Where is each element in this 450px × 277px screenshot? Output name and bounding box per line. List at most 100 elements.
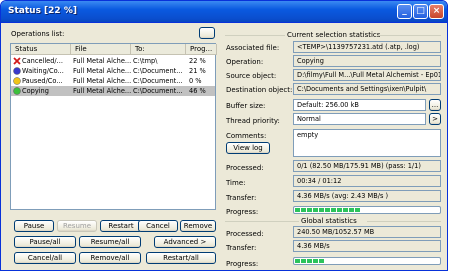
progress-segment [301, 259, 306, 263]
cancel-button[interactable]: Cancel [138, 220, 178, 232]
column-to[interactable]: To: [131, 44, 186, 55]
processed-label: Processed: [226, 164, 264, 172]
cell-status: Copying [22, 87, 49, 95]
progress-segment [313, 208, 318, 212]
operation-field: Copying [293, 55, 441, 67]
restart-button[interactable]: Restart [100, 220, 142, 232]
paused-icon [13, 77, 21, 85]
progress-segment [337, 208, 342, 212]
progress-segment [319, 208, 324, 212]
title-bar[interactable]: Status [22 %] _ □ × [1, 1, 447, 23]
global-processed-field: 240.50 MB/1052.57 MB [293, 226, 441, 238]
thread-priority-button[interactable]: > [429, 113, 441, 125]
buffer-field[interactable]: Default: 256.00 kB [293, 99, 426, 111]
advanced-button[interactable]: Advanced > [154, 236, 216, 248]
operations-label: Operations list: [11, 30, 65, 38]
progress-segment [301, 208, 306, 212]
progress-segment [343, 208, 348, 212]
x-icon [13, 57, 21, 65]
table-row[interactable]: Waiting/Co... Full Metal Alche... C:\Docum… [11, 66, 215, 76]
heading-divider [225, 35, 285, 36]
source-label: Source object: [226, 72, 277, 80]
view-log-button[interactable]: View log [226, 142, 270, 154]
global-progress-bar [293, 257, 441, 265]
cell-file: Full Metal Alche... [73, 57, 131, 65]
pause-button[interactable]: Pause [14, 220, 54, 232]
progress-segment [307, 208, 312, 212]
current-progress-bar [293, 206, 441, 214]
global-transfer-label: Transfer: [226, 244, 257, 252]
remove-all-button[interactable]: Remove/all [79, 252, 141, 264]
column-progress[interactable]: Prog... [186, 44, 217, 55]
global-stats-heading: Global statistics [301, 217, 357, 225]
cell-progress: 0 % [189, 77, 202, 85]
resume-all-button[interactable]: Resume/all [79, 236, 141, 248]
operations-list[interactable]: Status File To: Prog... Cancelled/... Ful… [10, 43, 217, 210]
processed-field: 0/1 (82.50 MB/175.91 MB) (pass: 1/1) [293, 160, 441, 172]
cell-progress: 21 % [189, 67, 206, 75]
copying-icon [13, 87, 21, 95]
cell-progress: 22 % [189, 57, 206, 65]
collapse-button[interactable] [199, 27, 215, 39]
progress-segment [307, 259, 312, 263]
pause-all-button[interactable]: Pause/all [14, 236, 76, 248]
destination-field: C:\Documents and Settings\ixen\Pulpit\ [293, 83, 441, 95]
progress-segment [295, 208, 300, 212]
heading-divider [377, 35, 441, 36]
transfer-field: 4.36 MB/s (avg: 2.43 MB/s ) [293, 190, 441, 202]
cell-status: Waiting/Co... [22, 67, 64, 75]
resume-button[interactable]: Resume [57, 220, 97, 232]
progress-label: Progress: [226, 208, 259, 216]
status-window: Status [22 %] _ □ × Operations list: Sta… [0, 0, 448, 271]
thread-priority-label: Thread priority: [226, 117, 280, 125]
destination-label: Destination object: [226, 86, 293, 94]
progress-segment [325, 208, 330, 212]
operation-label: Operation: [226, 58, 264, 66]
cell-file: Full Metal Alche... [73, 67, 131, 75]
source-field: D:\filmy\Full M...\Full Metal Alchemist … [293, 69, 441, 81]
column-file[interactable]: File [71, 44, 131, 55]
associated-file-label: Associated file: [226, 44, 280, 52]
progress-segment [295, 259, 300, 263]
waiting-icon [13, 67, 21, 75]
cell-file: Full Metal Alche... [73, 77, 131, 85]
global-transfer-field: 4.36 MB/s [293, 240, 441, 252]
heading-divider [367, 221, 441, 222]
cell-file: Full Metal Alche... [73, 87, 131, 95]
comments-field[interactable]: empty [293, 129, 441, 157]
time-label: Time: [226, 179, 246, 187]
thread-priority-field[interactable]: Normal [293, 113, 426, 125]
progress-segment [331, 208, 336, 212]
time-field: 00:34 / 01:12 [293, 175, 441, 187]
cell-to: C:\Document... [133, 87, 183, 95]
maximize-icon[interactable]: □ [413, 4, 428, 19]
transfer-label: Transfer: [226, 194, 257, 202]
buffer-label: Buffer size: [226, 102, 266, 110]
current-stats-heading: Current selection statistics [287, 31, 381, 39]
table-row[interactable]: Cancelled/... Full Metal Alche... C:\tmp\ 2… [11, 56, 215, 66]
progress-segment [319, 259, 324, 263]
cell-progress: 46 % [189, 87, 206, 95]
global-processed-label: Processed: [226, 230, 264, 238]
cell-to: C:\Document... [133, 67, 183, 75]
global-progress-label: Progress: [226, 260, 259, 268]
heading-divider [225, 221, 299, 222]
cancel-all-button[interactable]: Cancel/all [14, 252, 76, 264]
buffer-browse-button[interactable]: ... [429, 99, 441, 111]
close-icon[interactable]: × [429, 4, 444, 19]
progress-segment [355, 208, 360, 212]
column-status[interactable]: Status [11, 44, 71, 55]
table-row[interactable]: Paused/Co... Full Metal Alche... C:\Docume… [11, 76, 215, 86]
table-row[interactable]: Copying Full Metal Alche... C:\Document...… [11, 86, 215, 96]
associated-file-field: <TEMP>\1139757231.atd (.atp, .log) [293, 41, 441, 53]
comments-label: Comments: [226, 132, 267, 140]
minimize-icon[interactable]: _ [397, 4, 412, 19]
cell-to: C:\Document... [133, 77, 183, 85]
restart-all-button[interactable]: Restart/all [146, 252, 216, 264]
progress-segment [349, 208, 354, 212]
cell-status: Cancelled/... [22, 57, 63, 65]
remove-button[interactable]: Remove [180, 220, 216, 232]
window-title: Status [22 %] [8, 6, 77, 16]
cell-to: C:\tmp\ [133, 57, 158, 65]
progress-segment [313, 259, 318, 263]
